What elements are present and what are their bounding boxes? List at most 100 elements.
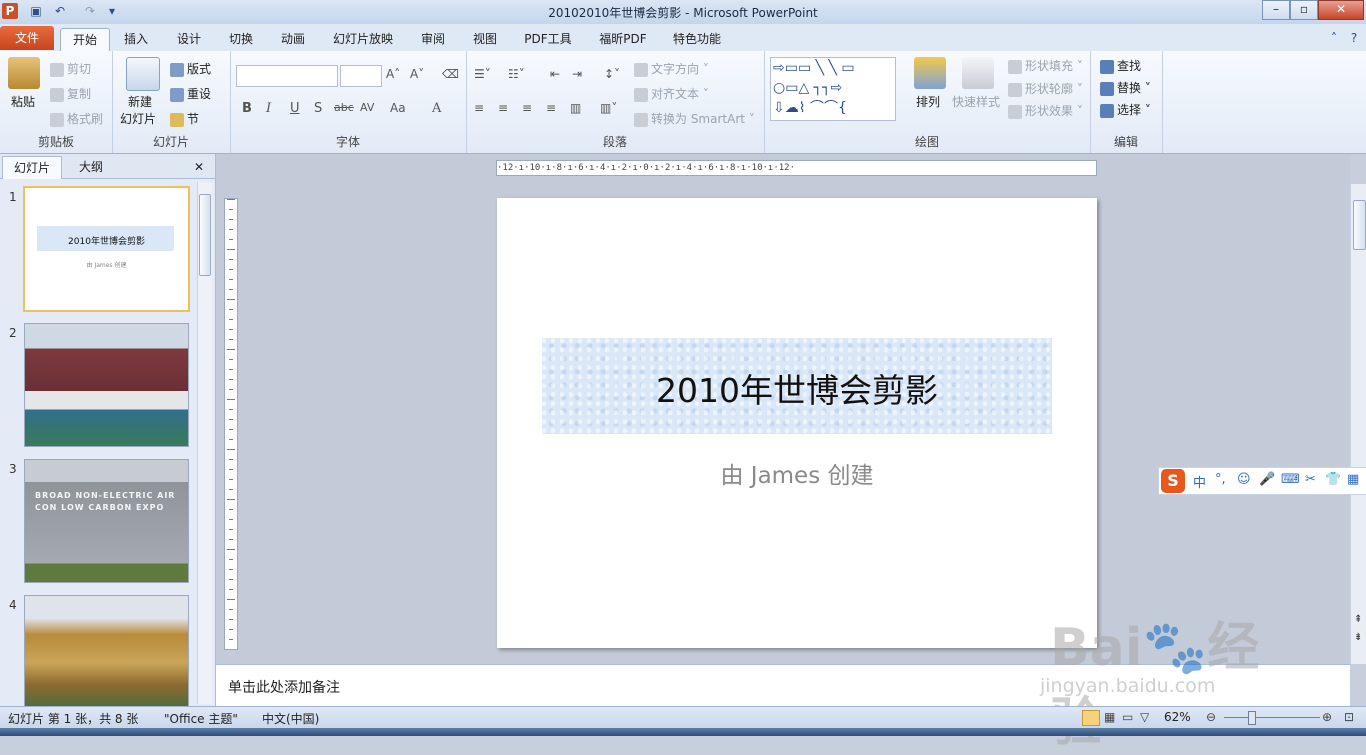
slide-title[interactable]: 2010年世博会剪影 — [542, 364, 1052, 412]
slide-canvas[interactable]: 2010年世博会剪影 由 James 创建 — [497, 198, 1097, 648]
slide-subtitle[interactable]: 由 James 创建 — [497, 456, 1097, 490]
ime-skin-icon[interactable]: 👕 — [1325, 472, 1341, 487]
increase-indent-icon[interactable]: ⇥ — [572, 67, 582, 81]
slides-scrollbar[interactable] — [197, 182, 212, 704]
notes-placeholder[interactable]: 单击此处添加备注 — [228, 677, 340, 697]
align-left-icon[interactable]: ≡ — [474, 101, 484, 115]
columns-icon[interactable]: ▥˅ — [600, 101, 617, 115]
font-color-button[interactable]: A — [432, 101, 441, 116]
font-name-combo[interactable] — [236, 65, 338, 87]
shadow-button[interactable]: S — [314, 101, 322, 116]
theme-status[interactable]: "Office 主题" — [164, 710, 238, 727]
close-button[interactable]: ✕ — [1318, 0, 1364, 20]
cut-button[interactable]: 剪切 — [50, 60, 91, 77]
zoom-slider[interactable] — [1224, 717, 1320, 718]
justify-icon[interactable]: ≡ — [546, 101, 556, 115]
ime-chinese-mode[interactable]: 中 — [1193, 472, 1206, 491]
line-spacing-icon[interactable]: ↕˅ — [604, 67, 620, 81]
tab-design[interactable]: 设计 — [169, 28, 209, 50]
tab-home[interactable]: 开始 — [60, 28, 110, 52]
tab-view[interactable]: 视图 — [465, 28, 505, 50]
grow-font-icon[interactable]: A˄ — [386, 67, 400, 81]
decrease-indent-icon[interactable]: ⇤ — [550, 67, 560, 81]
copy-button[interactable]: 复制 — [50, 85, 91, 102]
zoom-slider-thumb[interactable] — [1248, 711, 1256, 725]
font-size-combo[interactable] — [340, 65, 382, 87]
ime-punctuation-icon[interactable]: °, — [1215, 472, 1226, 487]
shape-outline-button[interactable]: 形状轮廓 ˅ — [1008, 80, 1083, 97]
arrange-button[interactable]: 排列 — [916, 93, 940, 110]
new-slide-dropdown[interactable]: 幻灯片 — [120, 110, 156, 127]
section-button[interactable]: 节 — [170, 110, 199, 127]
bullets-icon[interactable]: ☰˅ — [474, 67, 491, 81]
distribute-icon[interactable]: ▥ — [570, 101, 581, 115]
language-status[interactable]: 中文(中国) — [262, 710, 319, 727]
slide-thumbnail-1[interactable]: 2010年世博会剪影 由 James 创建 — [23, 186, 190, 312]
clear-format-icon[interactable]: ⌫ — [442, 67, 459, 81]
smartart-button[interactable]: 转换为 SmartArt ˅ — [634, 110, 755, 127]
ime-keyboard-icon[interactable]: ⌨ — [1281, 472, 1300, 487]
ime-emoji-icon[interactable]: ☺ — [1237, 472, 1251, 487]
tab-slideshow[interactable]: 幻灯片放映 — [327, 28, 399, 50]
zoom-in-icon[interactable]: ⊕ — [1322, 710, 1332, 724]
shrink-font-icon[interactable]: A˅ — [410, 67, 424, 81]
tab-insert[interactable]: 插入 — [116, 28, 156, 50]
zoom-level[interactable]: 62% — [1164, 710, 1191, 724]
editor-scrollbar[interactable]: ⇞ ⇟ — [1350, 184, 1366, 664]
slide-thumbnail-2[interactable] — [24, 323, 189, 447]
find-button[interactable]: 查找 — [1100, 57, 1141, 74]
ime-voice-icon[interactable]: 🎤 — [1259, 472, 1275, 487]
prev-slide-icon[interactable]: ⇞ — [1354, 614, 1362, 625]
new-slide-button[interactable]: 新建 — [128, 93, 152, 110]
tab-file[interactable]: 文件 — [0, 26, 54, 50]
tab-review[interactable]: 审阅 — [413, 28, 453, 50]
align-center-icon[interactable]: ≡ — [498, 101, 508, 115]
new-slide-icon[interactable] — [126, 57, 160, 91]
collapse-ribbon-icon[interactable]: ˄ — [1326, 30, 1342, 46]
fit-to-window-icon[interactable]: ⊡ — [1344, 710, 1354, 724]
reset-button[interactable]: 重设 — [170, 85, 211, 102]
sogou-logo-icon[interactable]: S — [1161, 469, 1185, 493]
italic-button[interactable]: I — [266, 101, 271, 116]
quick-styles-button[interactable]: 快速样式 — [952, 93, 1000, 110]
paste-button[interactable]: 粘贴 — [11, 93, 35, 110]
select-button[interactable]: 选择 ˅ — [1100, 101, 1151, 118]
shape-effects-button[interactable]: 形状效果 ˅ — [1008, 102, 1083, 119]
slide-thumbnail-3[interactable]: BROAD NON-ELECTRIC AIR CON LOW CARBON EX… — [24, 459, 189, 583]
tab-outline[interactable]: 大纲 — [62, 156, 120, 178]
underline-button[interactable]: U — [290, 101, 300, 116]
align-text-button[interactable]: 对齐文本 ˅ — [634, 85, 709, 102]
ime-menu-icon[interactable]: ▦ — [1347, 472, 1359, 487]
editor-scroll-thumb[interactable] — [1353, 200, 1366, 250]
tab-animations[interactable]: 动画 — [273, 28, 313, 50]
arrange-icon[interactable] — [914, 57, 946, 89]
maximize-button[interactable]: ▫ — [1290, 0, 1318, 20]
ime-tools-icon[interactable]: ✂ — [1305, 472, 1316, 487]
shape-fill-button[interactable]: 形状填充 ˅ — [1008, 57, 1083, 74]
shapes-gallery[interactable]: ⇨▭▭ ╲ ╲ ▭ ○▭△ ┐┐⇨ ⇩☁⌇ ⌒⌒{ — [770, 57, 896, 121]
tab-foxit-pdf[interactable]: 福昕PDF — [592, 28, 654, 50]
tab-slides[interactable]: 幻灯片 — [2, 156, 62, 179]
normal-view-icon[interactable] — [1082, 710, 1100, 726]
tab-transitions[interactable]: 切换 — [221, 28, 261, 50]
strikethrough-button[interactable]: abc — [334, 101, 354, 114]
slides-scroll-thumb[interactable] — [199, 194, 211, 276]
numbering-icon[interactable]: ☷˅ — [508, 67, 525, 81]
reading-view-icon[interactable]: ▭ — [1122, 710, 1133, 724]
text-direction-button[interactable]: 文字方向 ˅ — [634, 60, 709, 77]
tab-special[interactable]: 特色功能 — [667, 28, 727, 50]
slide-thumbnail-4[interactable] — [24, 595, 189, 708]
quick-styles-icon[interactable] — [962, 57, 994, 89]
close-pane-icon[interactable]: ✕ — [188, 156, 210, 178]
title-placeholder[interactable]: 2010年世博会剪影 — [542, 338, 1052, 434]
format-painter-button[interactable]: 格式刷 — [50, 110, 103, 127]
tab-pdf-tools[interactable]: PDF工具 — [518, 28, 578, 50]
bold-button[interactable]: B — [242, 101, 252, 116]
change-case-button[interactable]: Aa — [390, 101, 406, 115]
paste-icon[interactable] — [8, 57, 40, 89]
layout-button[interactable]: 版式 — [170, 60, 211, 77]
slide-sorter-icon[interactable]: ▦ — [1104, 710, 1115, 724]
replace-button[interactable]: 替换 ˅ — [1100, 79, 1151, 96]
help-icon[interactable]: ? — [1346, 30, 1362, 46]
align-right-icon[interactable]: ≡ — [522, 101, 532, 115]
